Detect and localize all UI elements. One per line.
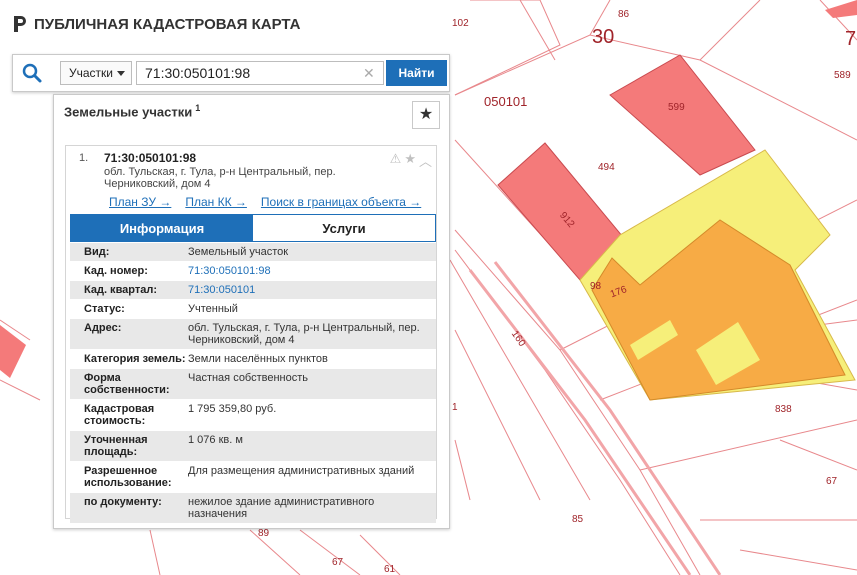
map-label: 86 — [618, 9, 630, 20]
search-icon[interactable] — [21, 62, 43, 84]
close-icon[interactable]: ✕ — [363, 65, 375, 81]
star-icon: ★ — [418, 106, 434, 123]
map-label: 050101 — [484, 94, 527, 109]
map-label: 85 — [572, 514, 584, 525]
favorite-button[interactable]: ★ — [412, 101, 440, 129]
map-label: 89 — [258, 528, 270, 539]
panel-title-text: Земельные участки — [64, 104, 193, 120]
map-label: 67 — [332, 557, 344, 568]
row-key: Кадастровая стоимость: — [84, 403, 155, 427]
map-label: 98 — [590, 281, 602, 292]
result-address: обл. Тульская, г. Тула, р-н Центральный,… — [104, 166, 336, 190]
table-row: Адрес: обл. Тульская, г. Тула, р-н Центра… — [70, 319, 436, 350]
map-label: 7 — [845, 28, 856, 50]
search-input[interactable] — [136, 61, 384, 85]
table-row: Кадастровая стоимость: 1 795 359,80 руб. — [70, 400, 436, 431]
table-row: Разрешенное использование: Для размещения… — [70, 462, 436, 493]
tab-services[interactable]: Услуги — [253, 215, 435, 241]
table-row: Форма собственности: Частная собственност… — [70, 369, 436, 400]
info-table: Вид: Земельный участок Кад. номер: 71:30:0… — [70, 243, 436, 524]
row-value: Частная собственность — [188, 372, 309, 384]
map-label: 61 — [384, 564, 396, 575]
table-row: Категория земель: Земли населённых пункто… — [70, 350, 436, 369]
row-key: Разрешенное использование: — [84, 465, 172, 489]
result-index: 1. — [79, 152, 89, 164]
search-type-label: Участки — [69, 66, 113, 80]
result-number[interactable]: 71:30:050101:98 — [104, 151, 196, 165]
panel-title: Земельные участки 1 — [64, 103, 200, 119]
search-bar: Участки ✕ Найти — [12, 54, 450, 92]
map-label: 589 — [834, 70, 851, 81]
app-header: ПУБЛИЧНАЯ КАДАСТРОВАЯ КАРТА — [12, 14, 300, 34]
table-row: Уточненная площадь: 1 076 кв. м — [70, 431, 436, 462]
plan-zu-link[interactable]: План ЗУ → — [109, 195, 171, 209]
row-key: по документу: — [84, 496, 162, 508]
chevron-down-icon — [117, 71, 125, 76]
result-count: 1 — [195, 103, 201, 113]
star-icon[interactable]: ★ — [404, 151, 416, 170]
find-button[interactable]: Найти — [386, 60, 447, 86]
row-key: Статус: — [84, 303, 125, 315]
tab-info[interactable]: Информация — [71, 215, 253, 241]
table-row: Статус: Учтенный — [70, 300, 436, 319]
row-key: Кад. номер: — [84, 265, 148, 277]
search-type-select[interactable]: Участки — [60, 61, 132, 85]
map-label: 838 — [775, 404, 792, 415]
row-key: Адрес: — [84, 322, 122, 334]
rosreestr-logo-icon — [14, 16, 26, 32]
row-key: Кад. квартал: — [84, 284, 158, 296]
plan-kk-link[interactable]: План КК → — [185, 195, 247, 209]
row-value: 1 795 359,80 руб. — [188, 403, 277, 415]
result-tabs: Информация Услуги — [70, 214, 436, 242]
result-card: 1. 71:30:050101:98 обл. Тульская, г. Тул… — [65, 145, 437, 524]
map-label: 494 — [598, 162, 615, 173]
row-key: Уточненная площадь: — [84, 434, 148, 458]
map-label: 1 — [452, 402, 458, 413]
search-in-bounds-link[interactable]: Поиск в границах объекта → — [261, 195, 421, 209]
results-panel: Земельные участки 1 ★ 1. 71:30:050101:98 … — [53, 94, 450, 529]
cadastral-number-link[interactable]: 71:30:050101:98 — [188, 265, 436, 277]
row-value: Земельный участок — [188, 246, 289, 258]
row-value: 1 076 кв. м — [188, 434, 243, 446]
row-key: Вид: — [84, 246, 110, 258]
warning-icon[interactable]: ⚠ — [390, 151, 402, 170]
row-key: Форма собственности: — [84, 372, 170, 396]
row-value: Для размещения административных зданий — [188, 465, 415, 477]
row-value: нежилое здание административного назначе… — [188, 496, 375, 520]
row-value: обл. Тульская, г. Тула, р-н Центральный,… — [188, 322, 420, 346]
map-label: 30 — [592, 26, 614, 48]
result-links: План ЗУ → План КК → Поиск в границах объ… — [109, 195, 421, 209]
chevron-up-icon[interactable]: ︿ — [419, 151, 432, 170]
map-label: 599 — [668, 102, 685, 113]
table-row: по документу: нежилое здание администрати… — [70, 493, 436, 524]
table-row: Вид: Земельный участок — [70, 243, 436, 262]
card-actions: ⚠ ★ ︿ — [390, 151, 432, 170]
row-key: Категория земель: — [84, 353, 186, 365]
cadastral-quarter-link[interactable]: 71:30:050101 — [188, 284, 436, 296]
table-row: Кад. номер: 71:30:050101:98 — [70, 262, 436, 281]
row-value: Учтенный — [188, 303, 238, 315]
row-value: Земли населённых пунктов — [188, 353, 328, 365]
map-label: 102 — [452, 18, 469, 29]
app-title: ПУБЛИЧНАЯ КАДАСТРОВАЯ КАРТА — [34, 15, 301, 33]
map-label: 67 — [826, 476, 838, 487]
table-row: Кад. квартал: 71:30:050101 — [70, 281, 436, 300]
